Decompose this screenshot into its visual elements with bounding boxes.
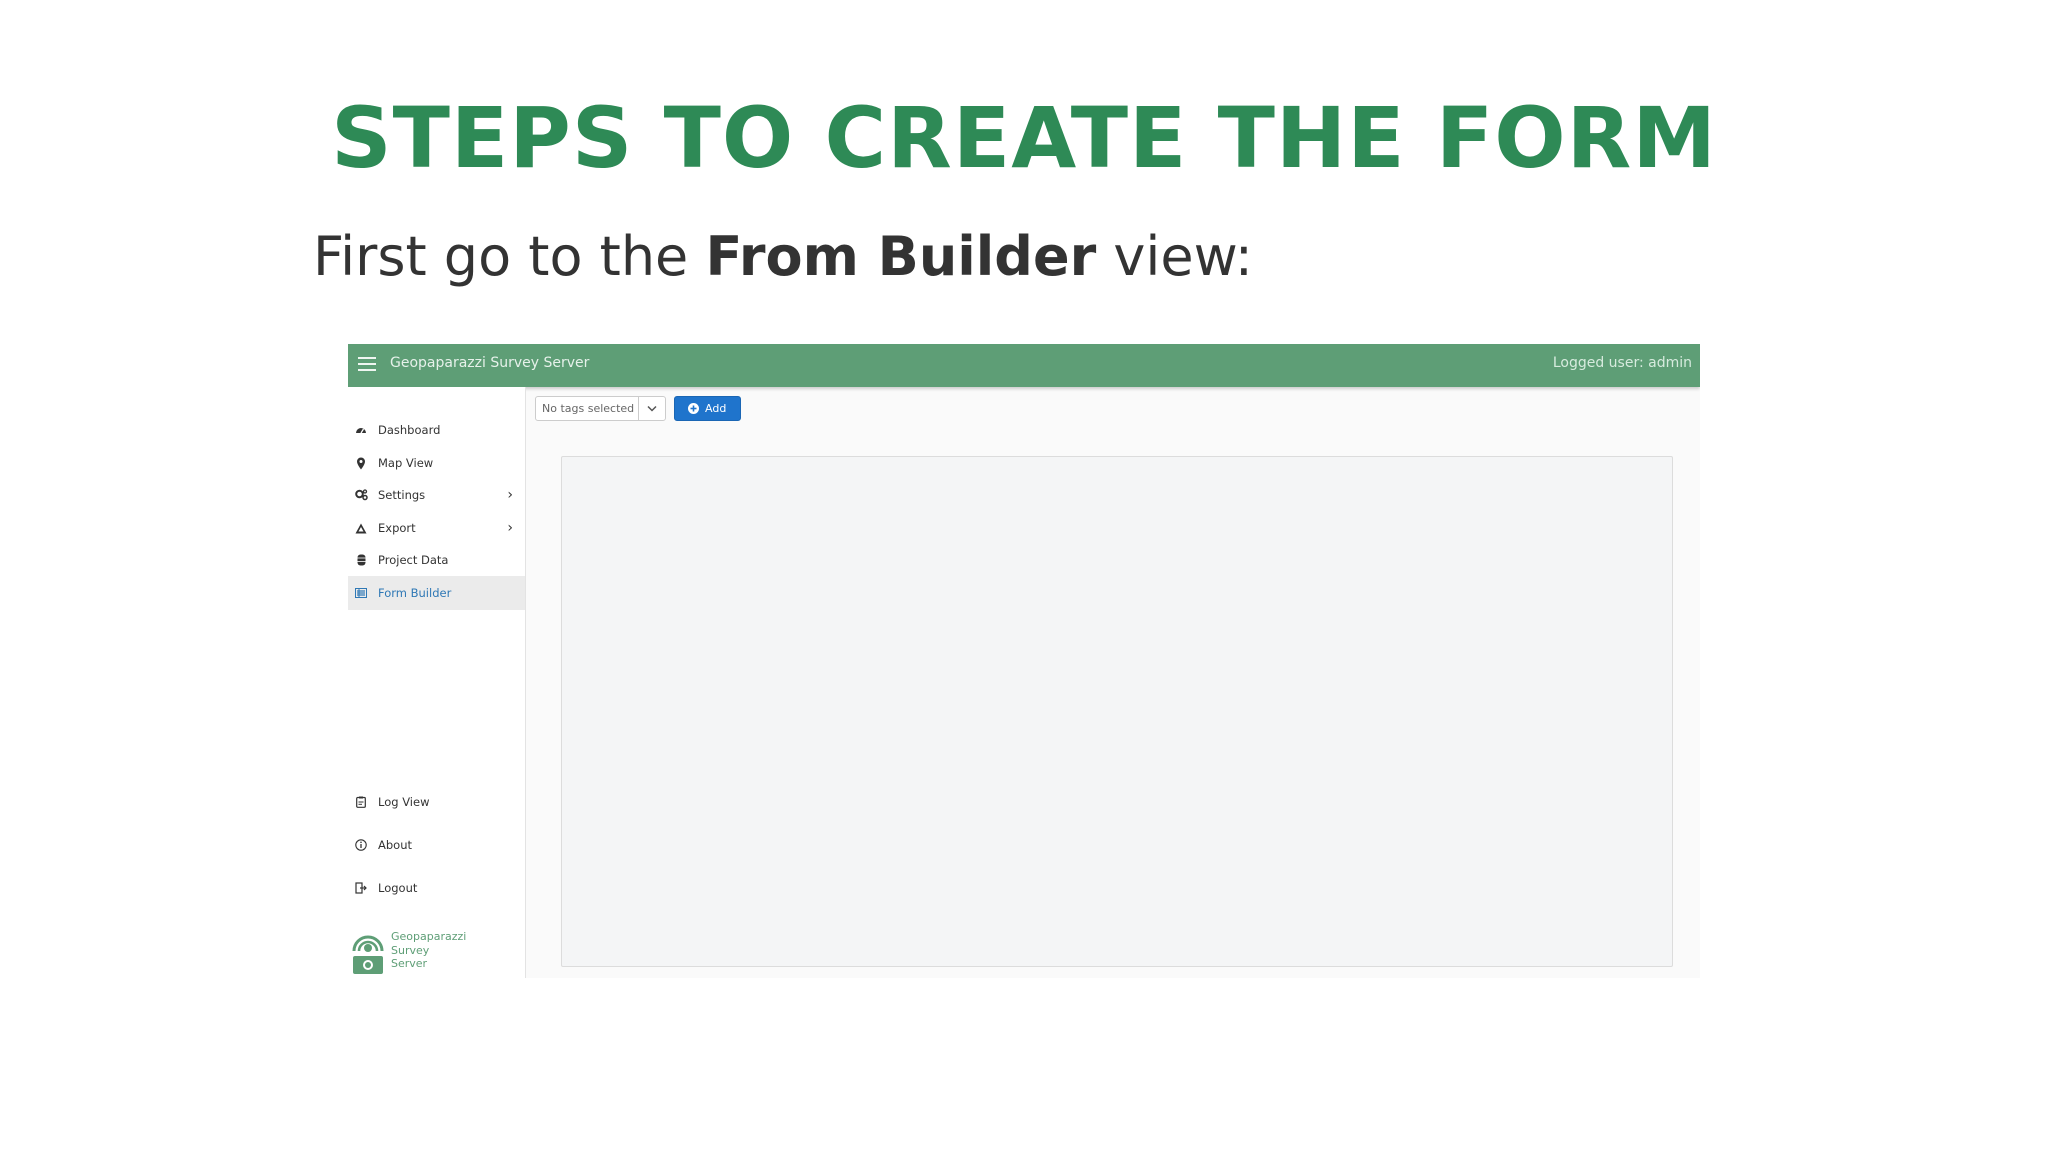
clipboard-icon xyxy=(354,795,368,809)
top-bar: Geopaparazzi Survey Server Logged user: … xyxy=(348,344,1700,387)
subtitle-bold: From Builder xyxy=(705,225,1097,288)
logout-icon xyxy=(354,881,368,895)
sidebar-item-label: Settings xyxy=(378,488,426,502)
brand-line: Survey xyxy=(391,943,430,957)
database-icon xyxy=(354,553,368,567)
subtitle-prefix: First go to the xyxy=(313,225,706,288)
info-icon xyxy=(354,838,368,852)
form-list-icon xyxy=(354,586,368,600)
dashboard-icon xyxy=(354,423,368,437)
geopaparazzi-logo-icon xyxy=(352,935,384,974)
sidebar-item-map-view[interactable]: Map View xyxy=(348,446,525,480)
sidebar-item-logout[interactable]: Logout xyxy=(348,871,525,905)
sidebar-item-log-view[interactable]: Log View xyxy=(348,785,525,819)
add-button-label: Add xyxy=(705,402,727,415)
sidebar-item-project-data[interactable]: Project Data xyxy=(348,543,525,577)
sidebar: Dashboard Map View Settings › Export › P… xyxy=(348,387,526,978)
sidebar-item-label: Map View xyxy=(378,456,434,470)
sidebar-item-settings[interactable]: Settings › xyxy=(348,478,525,512)
sidebar-item-label: Project Data xyxy=(378,553,449,567)
slide-title: STEPS TO CREATE THE FORM xyxy=(331,89,1717,187)
tags-select-value: No tags selected xyxy=(542,402,635,415)
sidebar-item-label: About xyxy=(378,838,413,852)
sidebar-item-export[interactable]: Export › xyxy=(348,511,525,545)
sidebar-item-label: Logout xyxy=(378,881,418,895)
app-screenshot: Geopaparazzi Survey Server Logged user: … xyxy=(348,344,1700,978)
chevron-right-icon[interactable]: › xyxy=(507,487,513,503)
brand-line: Geopaparazzi xyxy=(391,930,467,943)
hamburger-menu-icon[interactable] xyxy=(358,357,376,373)
brand-name: Geopaparazzi Survey Server xyxy=(391,930,466,971)
sidebar-item-form-builder[interactable]: Form Builder xyxy=(348,576,525,610)
sidebar-item-dashboard[interactable]: Dashboard xyxy=(348,413,525,447)
export-icon xyxy=(354,521,368,535)
form-builder-canvas[interactable] xyxy=(561,456,1673,967)
gears-icon xyxy=(354,488,368,502)
sidebar-item-label: Form Builder xyxy=(378,586,452,600)
tags-select[interactable]: No tags selected xyxy=(535,396,666,421)
map-pin-icon xyxy=(354,456,368,470)
brand-logo: Geopaparazzi Survey Server xyxy=(350,929,520,978)
sidebar-item-label: Log View xyxy=(378,795,430,809)
brand-line: Server xyxy=(391,957,428,970)
add-button[interactable]: Add xyxy=(674,396,741,421)
sidebar-item-label: Dashboard xyxy=(378,423,441,437)
sidebar-item-label: Export xyxy=(378,521,416,535)
subtitle-suffix: view: xyxy=(1096,225,1253,288)
slide-subtitle: First go to the From Builder view: xyxy=(313,222,1253,292)
app-title: Geopaparazzi Survey Server xyxy=(390,355,590,371)
plus-circle-icon xyxy=(688,403,699,414)
logged-user-label: Logged user: admin xyxy=(1552,355,1692,371)
chevron-right-icon[interactable]: › xyxy=(507,520,513,536)
chevron-down-icon[interactable] xyxy=(638,397,665,420)
sidebar-item-about[interactable]: About xyxy=(348,828,525,862)
